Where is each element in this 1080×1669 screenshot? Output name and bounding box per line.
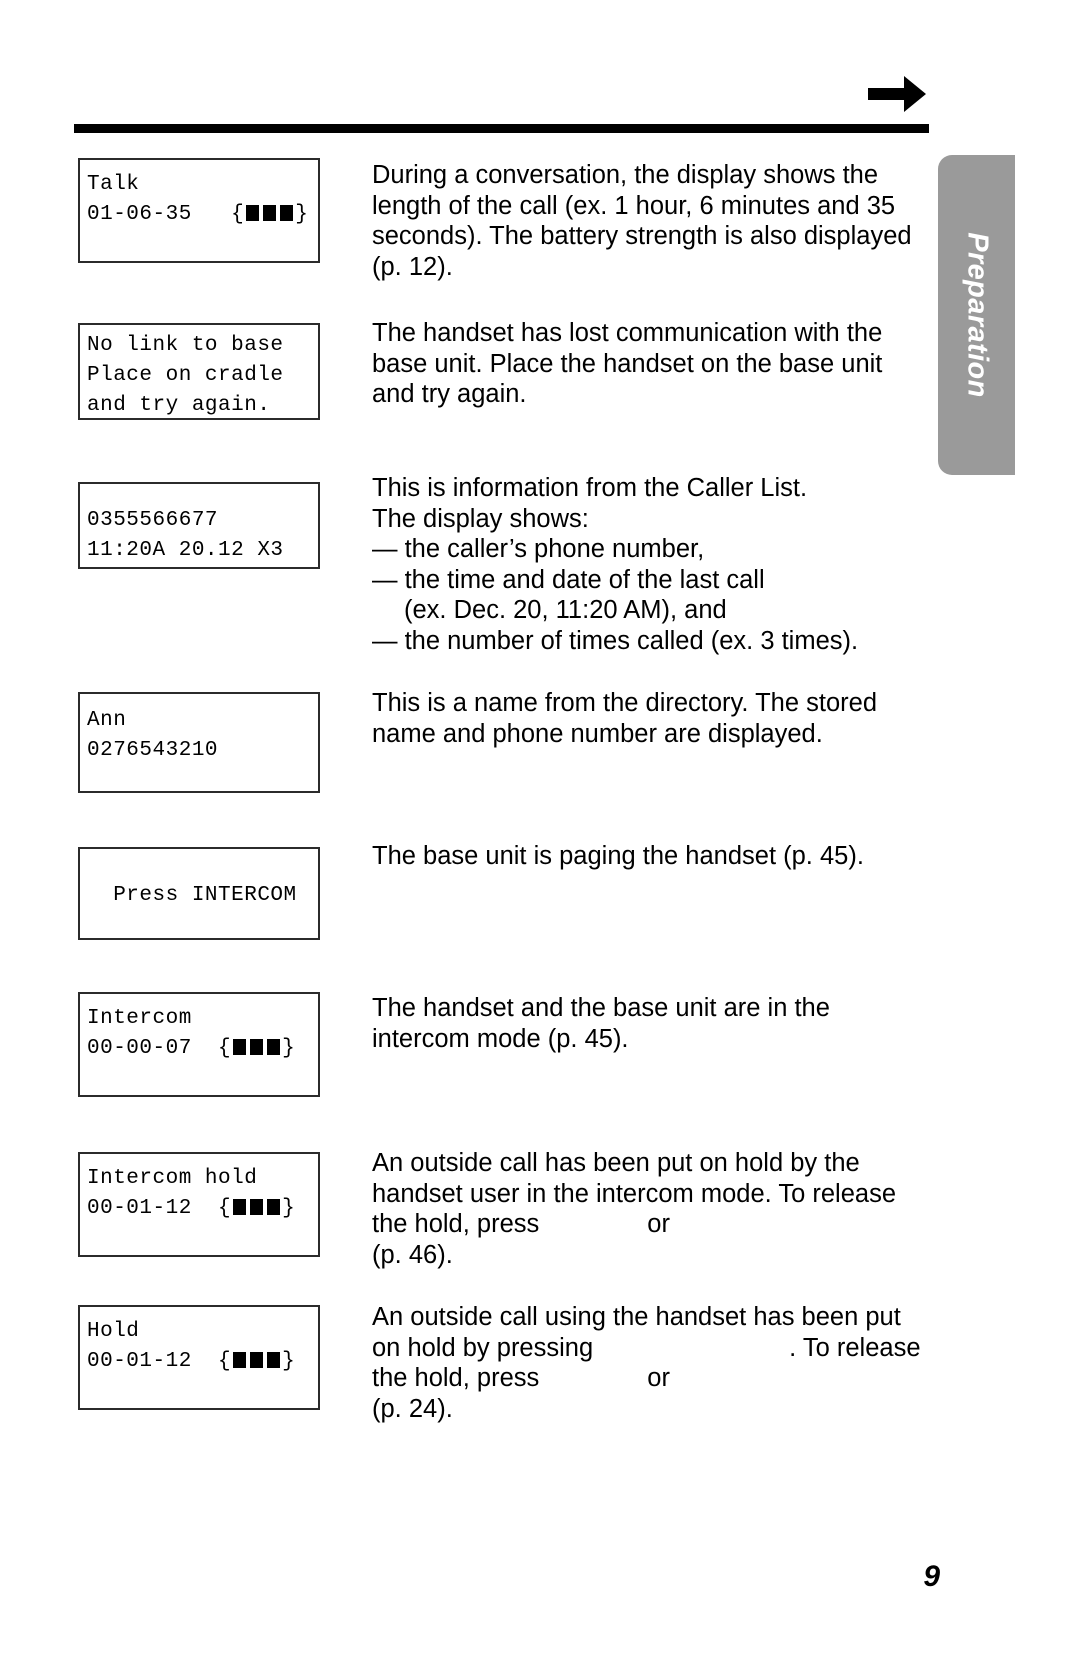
battery-indicator xyxy=(244,200,295,230)
lcd-line: 11:20A 20.12 X3 xyxy=(87,539,284,562)
description-line: — the caller’s phone number, xyxy=(372,535,705,564)
description-text: During a conversation, the display shows… xyxy=(372,161,912,281)
description-line: The display shows: xyxy=(372,504,589,533)
section-tab-preparation: Preparation xyxy=(938,155,1015,475)
description-text: . To release xyxy=(789,1333,921,1362)
page-number: 9 xyxy=(923,1560,940,1593)
description-caller-list: This is information from the Caller List… xyxy=(372,473,928,657)
lcd-display-intercom-hold: Intercom hold 00-01-12 {} xyxy=(78,1152,320,1257)
header-rule xyxy=(74,124,929,133)
description-press-intercom: The base unit is paging the handset (p. … xyxy=(372,841,928,872)
lcd-duration: 00-01-12 { xyxy=(87,1197,232,1220)
battery-bracket-close: } xyxy=(282,1037,296,1060)
lcd-display-caller-list: 0355566677 11:20A 20.12 X3 xyxy=(78,482,320,569)
description-text: The base unit is paging the handset (p. … xyxy=(372,842,864,870)
lcd-display-press-intercom: Press INTERCOM xyxy=(78,847,320,940)
description-text: or xyxy=(647,1210,670,1239)
battery-indicator xyxy=(231,1034,282,1064)
lcd-line-with-battery: 01-06-35 {} xyxy=(80,200,318,230)
lcd-line: Place on cradle xyxy=(87,364,284,387)
lcd-line: Press INTERCOM xyxy=(87,884,297,907)
description-text: This is a name from the directory. The s… xyxy=(372,689,878,748)
battery-bracket-close: } xyxy=(282,1350,296,1373)
lcd-line: Intercom hold xyxy=(87,1167,258,1190)
lcd-line: Ann xyxy=(87,709,127,732)
right-arrow-icon xyxy=(868,76,926,112)
description-line: This is information from the Caller List… xyxy=(372,474,808,502)
description-line: — the time and date of the last call xyxy=(372,565,765,594)
battery-indicator xyxy=(231,1347,282,1377)
lcd-line: and try again. xyxy=(87,394,271,417)
lcd-line-with-battery: 00-00-07 {} xyxy=(80,1034,318,1064)
description-hold: An outside call using the handset has be… xyxy=(372,1302,928,1424)
lcd-display-talk: Talk 01-06-35 {} xyxy=(78,158,320,263)
lcd-duration: 00-00-07 { xyxy=(87,1037,232,1060)
description-text: The handset has lost communication with … xyxy=(372,319,883,409)
lcd-line-with-battery: 00-01-12 {} xyxy=(80,1347,318,1377)
lcd-line: Hold xyxy=(87,1320,140,1343)
description-line: (p. 46). xyxy=(372,1240,453,1269)
lcd-line: 0355566677 xyxy=(87,509,219,532)
description-line-with-key-gap: the hold, press or xyxy=(372,1209,928,1240)
description-line: An outside call has been put on hold by … xyxy=(372,1149,860,1177)
description-talk: During a conversation, the display shows… xyxy=(372,160,928,282)
lcd-line: Talk xyxy=(87,173,140,196)
lcd-line: Intercom xyxy=(87,1007,192,1030)
description-text: The handset and the base unit are in the… xyxy=(372,994,830,1053)
description-text: the hold, press xyxy=(372,1364,540,1393)
description-text: or xyxy=(647,1364,670,1393)
description-line: An outside call using the handset has be… xyxy=(372,1303,901,1331)
battery-bracket-close: } xyxy=(282,1197,296,1220)
lcd-display-no-link: No link to base Place on cradle and try … xyxy=(78,323,320,420)
description-line: (p. 24). xyxy=(372,1394,453,1423)
description-no-link: The handset has lost communication with … xyxy=(372,318,928,410)
description-intercom: The handset and the base unit are in the… xyxy=(372,993,928,1054)
section-tab-label: Preparation xyxy=(961,232,993,398)
lcd-display-hold: Hold 00-01-12 {} xyxy=(78,1305,320,1410)
lcd-duration: 00-01-12 { xyxy=(87,1350,232,1373)
description-line-with-key-gap: the hold, press or xyxy=(372,1363,928,1394)
description-line: handset user in the intercom mode. To re… xyxy=(372,1179,896,1208)
lcd-line: No link to base xyxy=(87,334,284,357)
description-intercom-hold: An outside call has been put on hold by … xyxy=(372,1148,928,1270)
lcd-line: 0276543210 xyxy=(87,739,219,762)
description-line: — the number of times called (ex. 3 time… xyxy=(372,626,859,655)
description-text: the hold, press xyxy=(372,1210,540,1239)
description-directory: This is a name from the directory. The s… xyxy=(372,688,928,749)
lcd-display-intercom: Intercom 00-00-07 {} xyxy=(78,992,320,1097)
lcd-display-directory: Ann 0276543210 xyxy=(78,692,320,793)
description-line: (ex. Dec. 20, 11:20 AM), and xyxy=(404,596,727,625)
description-text: on hold by pressing xyxy=(372,1333,594,1362)
lcd-line-with-battery: 00-01-12 {} xyxy=(80,1194,318,1224)
battery-indicator xyxy=(231,1194,282,1224)
battery-bracket-close: } xyxy=(295,203,309,226)
lcd-duration: 01-06-35 { xyxy=(87,203,245,226)
description-line-with-key-gap: on hold by pressing . To release xyxy=(372,1333,928,1364)
